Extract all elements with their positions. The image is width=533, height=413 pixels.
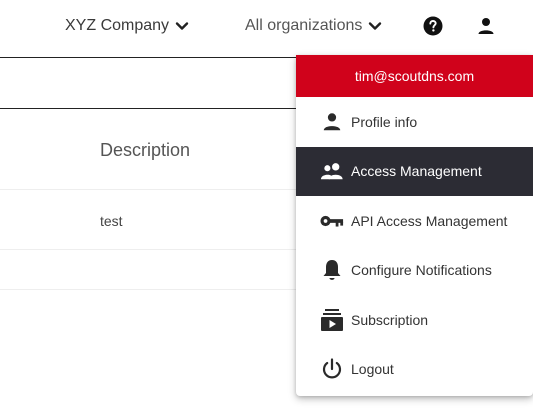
user-email-header: tim@scoutdns.com (296, 55, 533, 97)
menu-item-label: Subscription (351, 311, 429, 328)
key-icon (320, 209, 344, 233)
organization-selector-label: All organizations (245, 17, 363, 34)
menu-item-profile-info[interactable]: Profile info (296, 97, 533, 147)
company-selector-label: XYZ Company (65, 17, 170, 34)
user-menu: tim@scoutdns.com Profile info Access Man… (296, 55, 533, 396)
organization-selector[interactable]: All organizations (245, 14, 382, 38)
person-icon (320, 110, 344, 134)
menu-item-label: Access Management (351, 163, 482, 180)
user-account-button[interactable] (476, 16, 496, 36)
menu-item-label: Configure Notifications (351, 262, 492, 279)
user-email: tim@scoutdns.com (354, 68, 475, 84)
top-header: XYZ Company All organizations (0, 0, 533, 52)
menu-item-label: Profile info (351, 113, 418, 130)
subscriptions-icon (320, 308, 344, 332)
help-button[interactable] (423, 16, 443, 36)
menu-item-configure-notifications[interactable]: Configure Notifications (296, 246, 533, 296)
help-icon (423, 16, 443, 40)
menu-item-subscription[interactable]: Subscription (296, 295, 533, 345)
table-cell-description: test (100, 213, 123, 229)
menu-item-api-access-management[interactable]: API Access Management (296, 196, 533, 246)
menu-item-logout[interactable]: Logout (296, 345, 533, 395)
people-icon (320, 159, 344, 183)
company-selector[interactable]: XYZ Company (65, 14, 189, 38)
menu-item-label: Logout (351, 361, 394, 378)
menu-item-access-management[interactable]: Access Management (296, 146, 533, 196)
column-header-description: Description (100, 140, 191, 160)
chevron-down-icon (175, 19, 189, 33)
bell-icon (320, 258, 344, 282)
person-icon (476, 18, 496, 40)
menu-item-label: API Access Management (351, 212, 508, 229)
chevron-down-icon (368, 19, 382, 33)
power-icon (320, 357, 344, 381)
